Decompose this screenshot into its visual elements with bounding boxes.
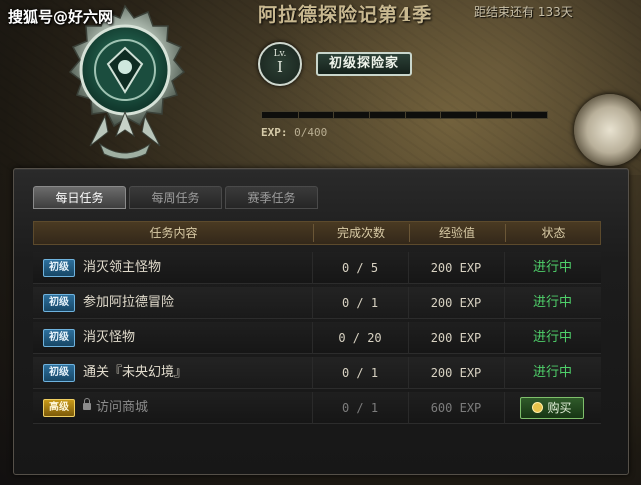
column-header-count: 完成次数 [336, 226, 385, 240]
level-badge-advanced: 高级 [43, 399, 75, 417]
task-count: 0 / 20 [338, 331, 382, 345]
table-header: 任务内容 完成次数 经验值 状态 [33, 221, 601, 245]
tab-daily-tasks[interactable]: 每日任务 [33, 186, 126, 209]
lock-icon [83, 398, 91, 410]
task-name-text: 访问商城 [96, 400, 149, 415]
buy-button-label: 购买 [547, 401, 572, 415]
task-name-locked: 访问商城 [83, 392, 148, 424]
buy-button[interactable]: 购买 [520, 397, 584, 419]
task-status: 进行中 [532, 260, 572, 275]
watermark-text: 搜狐号@好六网 [8, 8, 114, 26]
task-status: 进行中 [532, 365, 572, 380]
exp-bar-tick [297, 112, 299, 118]
level-value: I [277, 58, 283, 76]
exp-bar-tick [475, 112, 477, 118]
coin-icon [532, 402, 544, 413]
task-status: 进行中 [532, 295, 572, 310]
exp-progress-bar [261, 111, 548, 119]
exp-value: 0/400 [294, 126, 328, 139]
table-row: 初级 消灭怪物 0 / 20 200 EXP 进行中 [33, 322, 601, 354]
exp-label: EXP: [261, 126, 288, 139]
task-exp: 200 EXP [430, 366, 482, 380]
level-badge-basic: 初级 [43, 259, 75, 277]
table-row: 初级 参加阿拉德冒险 0 / 1 200 EXP 进行中 [33, 287, 601, 319]
tab-season-tasks[interactable]: 赛季任务 [225, 186, 318, 209]
level-badge: Lv. I [258, 42, 302, 86]
column-header-status: 状态 [541, 226, 566, 240]
rank-title: 初级探险家 [316, 52, 412, 76]
exp-bar-tick [368, 112, 370, 118]
task-exp: 200 EXP [430, 331, 482, 345]
column-header-exp: 经验值 [438, 226, 475, 240]
table-row: 初级 消灭领主怪物 0 / 5 200 EXP 进行中 [33, 252, 601, 284]
task-exp: 600 EXP [430, 401, 482, 415]
task-exp: 200 EXP [430, 261, 482, 275]
task-name: 消灭领主怪物 [83, 260, 162, 275]
level-badge-basic: 初级 [43, 364, 75, 382]
task-exp: 200 EXP [430, 296, 482, 310]
task-count: 0 / 1 [341, 366, 379, 380]
column-header-task: 任务内容 [149, 226, 198, 240]
level-badge-basic: 初级 [43, 294, 75, 312]
table-row: 初级 通关『未央幻境』 0 / 1 200 EXP 进行中 [33, 357, 601, 389]
task-count: 0 / 1 [341, 401, 379, 415]
exp-bar-tick [404, 112, 406, 118]
exp-readout: EXP: 0/400 [261, 126, 327, 139]
days-remaining: 距结束还有 133天 [474, 5, 573, 19]
task-name: 消灭怪物 [83, 330, 136, 345]
exp-bar-tick [333, 112, 335, 118]
table-row: 高级 访问商城 0 / 1 600 EXP 购买 [33, 392, 601, 424]
exp-bar-tick [440, 112, 442, 118]
task-name: 参加阿拉德冒险 [83, 295, 175, 310]
level-badge-basic: 初级 [43, 329, 75, 347]
tab-weekly-tasks[interactable]: 每周任务 [129, 186, 222, 209]
column-divider [504, 392, 505, 424]
season-emblem-icon [68, 4, 186, 160]
task-count: 0 / 1 [341, 296, 379, 310]
compass-icon [574, 94, 641, 166]
task-status: 进行中 [532, 330, 572, 345]
season-title: 阿拉德探险记第4季 [258, 4, 433, 26]
exp-bar-tick [511, 112, 513, 118]
task-count: 0 / 5 [341, 261, 379, 275]
task-name: 通关『未央幻境』 [83, 365, 188, 380]
